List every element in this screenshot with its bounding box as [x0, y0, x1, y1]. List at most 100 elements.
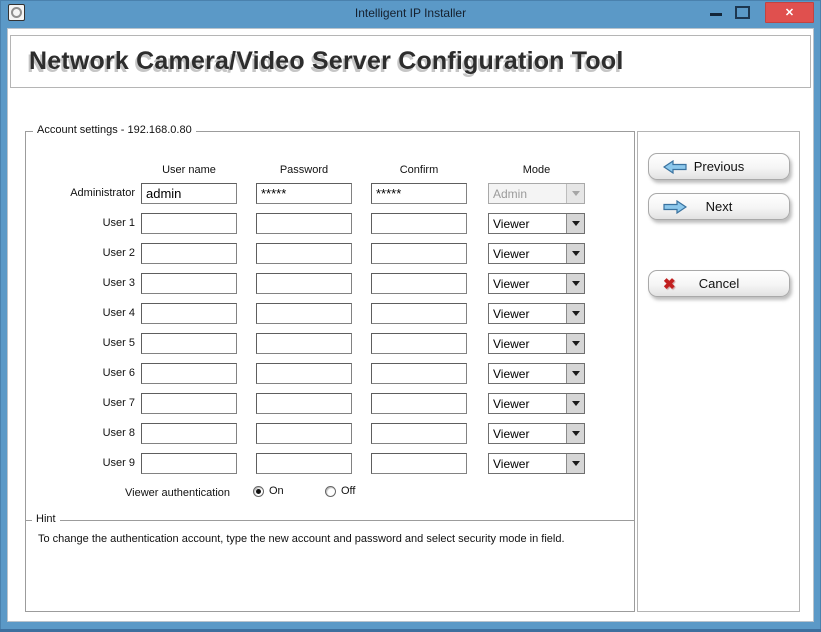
hint-groupbox-line	[26, 520, 634, 521]
radio-off-icon[interactable]	[325, 485, 336, 497]
next-button-label: Next	[705, 199, 733, 214]
password-input[interactable]	[256, 333, 352, 354]
radio-on-icon[interactable]	[253, 485, 264, 497]
mode-select[interactable]: Viewer	[488, 393, 585, 414]
close-button[interactable]: ✕	[765, 2, 814, 23]
username-input[interactable]	[141, 273, 237, 294]
dropdown-arrow-icon[interactable]	[566, 304, 584, 323]
header-panel: Network Camera/Video Server Configuratio…	[10, 35, 811, 88]
username-input[interactable]	[141, 423, 237, 444]
previous-button[interactable]: Previous	[648, 153, 790, 180]
confirm-input[interactable]	[371, 423, 467, 444]
column-header-password: Password	[279, 164, 329, 176]
mode-select[interactable]: Viewer	[488, 273, 585, 294]
username-input[interactable]	[141, 243, 237, 264]
dropdown-arrow-icon[interactable]	[566, 394, 584, 413]
username-input[interactable]	[141, 183, 237, 204]
table-row: User 2 Viewer	[0, 243, 821, 265]
password-input[interactable]	[256, 183, 352, 204]
confirm-input[interactable]	[371, 363, 467, 384]
password-input[interactable]	[256, 363, 352, 384]
next-button[interactable]: Next	[648, 193, 790, 220]
password-input[interactable]	[256, 213, 352, 234]
mode-select[interactable]: Viewer	[488, 363, 585, 384]
maximize-button[interactable]	[735, 6, 750, 19]
row-label: User 2	[102, 247, 135, 259]
mode-select[interactable]: Viewer	[488, 243, 585, 264]
username-input[interactable]	[141, 453, 237, 474]
row-label: User 4	[102, 307, 135, 319]
minimize-button[interactable]	[710, 13, 722, 16]
dropdown-arrow-icon[interactable]	[566, 364, 584, 383]
mode-select: Admin	[488, 183, 585, 204]
dropdown-arrow-icon[interactable]	[566, 454, 584, 473]
table-row: User 7 Viewer	[0, 393, 821, 415]
dropdown-arrow-icon[interactable]	[566, 244, 584, 263]
cancel-x-icon: ✖	[663, 275, 676, 293]
mode-value: Viewer	[493, 337, 530, 351]
title-bar[interactable]: Intelligent IP Installer	[0, 0, 821, 28]
username-input[interactable]	[141, 213, 237, 234]
radio-off[interactable]: Off	[325, 485, 355, 497]
dropdown-arrow-icon[interactable]	[566, 214, 584, 233]
row-label: User 9	[102, 457, 135, 469]
row-label: User 7	[102, 397, 135, 409]
username-input[interactable]	[141, 303, 237, 324]
username-input[interactable]	[141, 333, 237, 354]
dropdown-arrow-icon[interactable]	[566, 424, 584, 443]
table-row: User 6 Viewer	[0, 363, 821, 385]
app-icon-glyph	[11, 7, 22, 18]
dropdown-arrow-icon[interactable]	[566, 274, 584, 293]
confirm-input[interactable]	[371, 243, 467, 264]
mode-select[interactable]: Viewer	[488, 333, 585, 354]
cancel-button[interactable]: ✖ Cancel	[648, 270, 790, 297]
row-label: User 1	[102, 217, 135, 229]
app-icon	[8, 4, 25, 21]
column-header-confirm: Confirm	[399, 164, 439, 176]
mode-value: Viewer	[493, 397, 530, 411]
mode-select[interactable]: Viewer	[488, 213, 585, 234]
page-title: Network Camera/Video Server Configuratio…	[29, 47, 624, 75]
confirm-input[interactable]	[371, 303, 467, 324]
table-row: User 9 Viewer	[0, 453, 821, 475]
confirm-input[interactable]	[371, 393, 467, 414]
password-input[interactable]	[256, 243, 352, 264]
hint-group-title: Hint	[32, 513, 60, 525]
table-row: User 4 Viewer	[0, 303, 821, 325]
installer-window: { "window": { "title": "Intelligent IP I…	[0, 0, 821, 632]
close-icon: ✕	[784, 7, 795, 19]
radio-on-label: On	[269, 485, 284, 497]
mode-select[interactable]: Viewer	[488, 423, 585, 444]
row-label: User 6	[102, 367, 135, 379]
arrow-left-icon	[663, 159, 687, 174]
mode-value: Admin	[493, 187, 528, 201]
cancel-button-label: Cancel	[698, 276, 740, 291]
radio-on[interactable]: On	[253, 485, 284, 497]
window-title: Intelligent IP Installer	[354, 6, 467, 20]
confirm-input[interactable]	[371, 213, 467, 234]
row-label: User 5	[102, 337, 135, 349]
column-header-username: User name	[162, 164, 216, 176]
confirm-input[interactable]	[371, 183, 467, 204]
table-row: User 5 Viewer	[0, 333, 821, 355]
mode-value: Viewer	[493, 457, 530, 471]
password-input[interactable]	[256, 393, 352, 414]
confirm-input[interactable]	[371, 453, 467, 474]
username-input[interactable]	[141, 393, 237, 414]
mode-value: Viewer	[493, 427, 530, 441]
mode-value: Viewer	[493, 277, 530, 291]
mode-select[interactable]: Viewer	[488, 453, 585, 474]
mode-select[interactable]: Viewer	[488, 303, 585, 324]
password-input[interactable]	[256, 453, 352, 474]
mode-value: Viewer	[493, 217, 530, 231]
username-input[interactable]	[141, 363, 237, 384]
dropdown-arrow-icon[interactable]	[566, 334, 584, 353]
mode-value: Viewer	[493, 247, 530, 261]
mode-value: Viewer	[493, 367, 530, 381]
password-input[interactable]	[256, 303, 352, 324]
password-input[interactable]	[256, 423, 352, 444]
password-input[interactable]	[256, 273, 352, 294]
dropdown-arrow-icon	[566, 184, 584, 203]
confirm-input[interactable]	[371, 333, 467, 354]
confirm-input[interactable]	[371, 273, 467, 294]
